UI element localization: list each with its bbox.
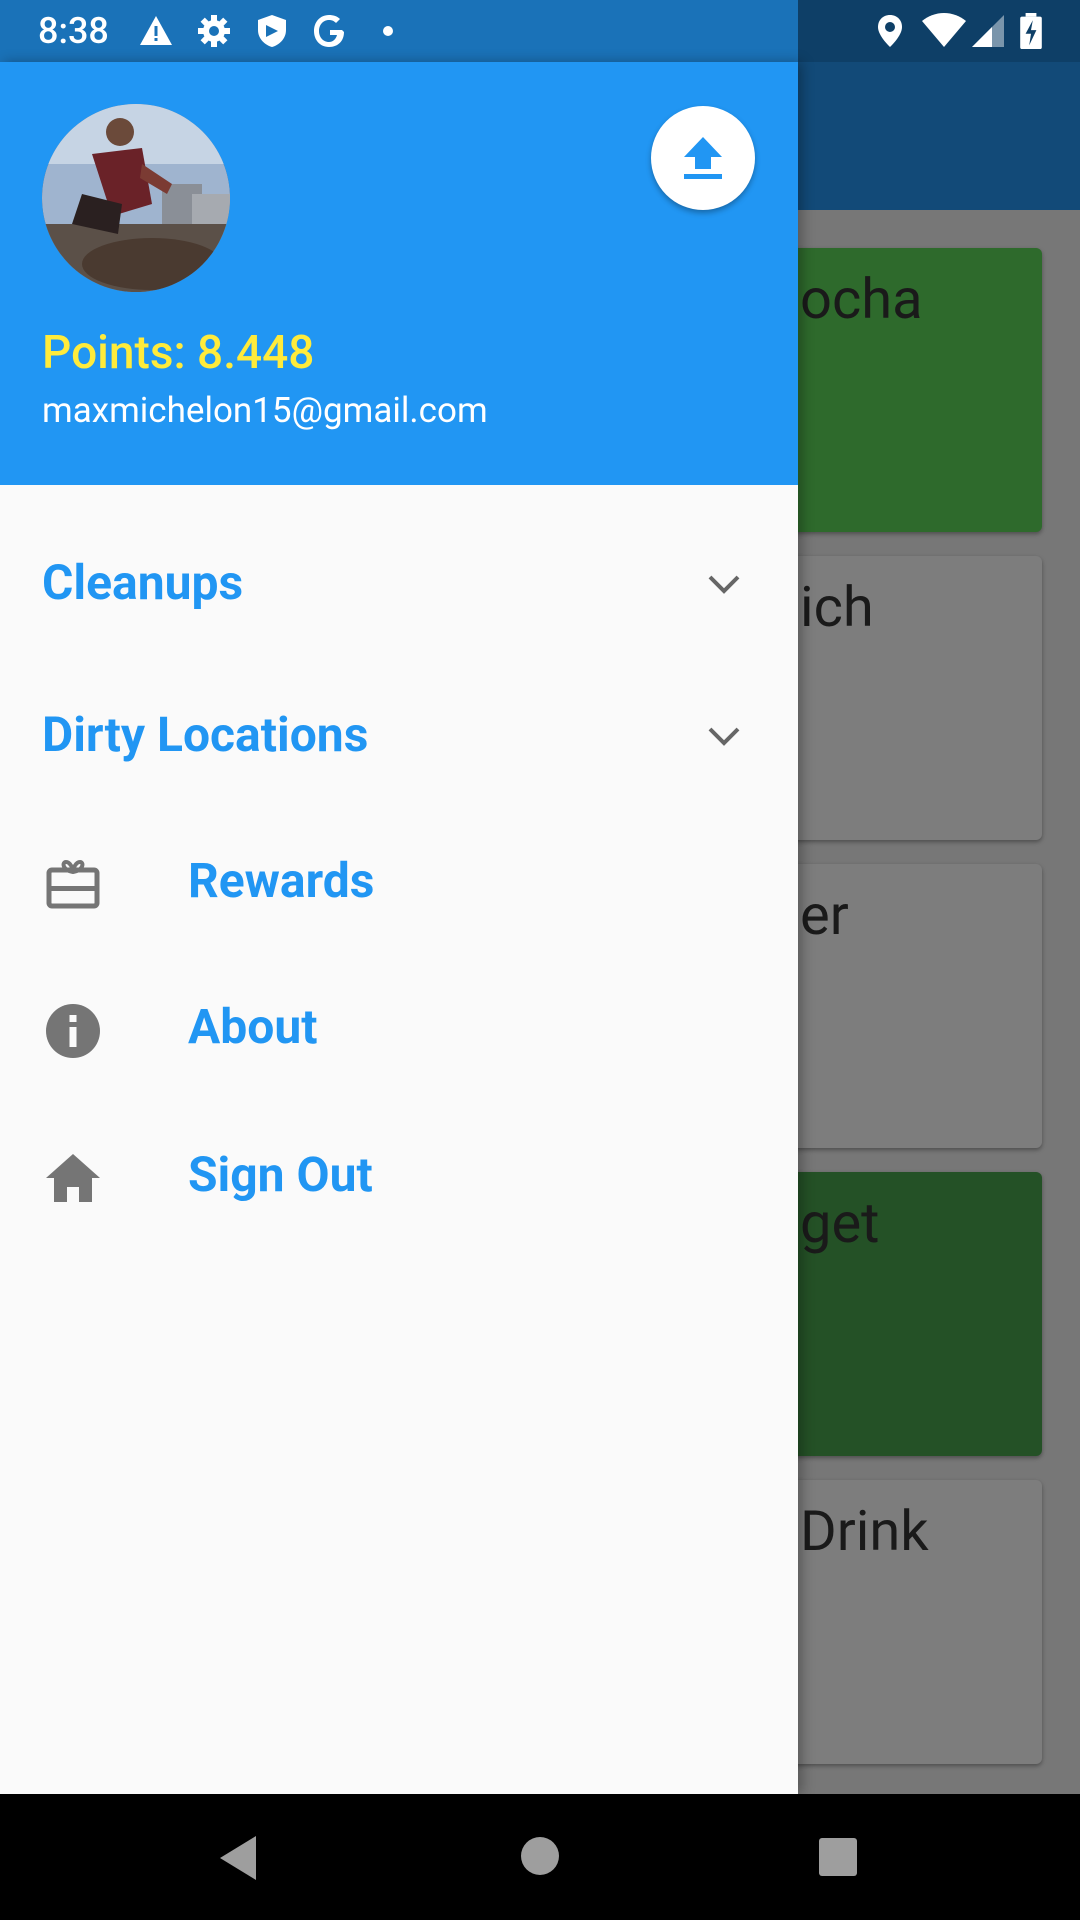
home-icon <box>46 1154 100 1202</box>
drawer-header: Points: 8.448 maxmichelon15@gmail.com <box>0 62 798 485</box>
gift-card-icon <box>46 859 100 909</box>
google-icon <box>314 15 344 47</box>
list-item[interactable]: Drink <box>780 1480 1042 1764</box>
navigation-drawer: Points: 8.448 maxmichelon15@gmail.com Cl… <box>0 62 798 1794</box>
points-label: Points: 8.448 <box>42 326 315 380</box>
drawer-item-label: About <box>188 998 318 1055</box>
signal-icon <box>972 15 1004 47</box>
chevron-down-icon <box>708 727 740 746</box>
avatar-photo <box>42 104 230 292</box>
back-button[interactable] <box>216 1834 260 1882</box>
list-item[interactable]: get <box>780 1172 1042 1456</box>
list-item[interactable]: er <box>780 864 1042 1148</box>
wifi-icon <box>922 13 966 47</box>
upload-icon <box>684 137 722 179</box>
battery-charging-icon <box>1020 13 1042 49</box>
recents-button[interactable] <box>817 1836 859 1878</box>
drawer-item-label: Rewards <box>188 852 375 909</box>
drawer-item-label: Sign Out <box>188 1146 373 1203</box>
system-navigation-bar <box>0 1794 1080 1920</box>
drawer-item-rewards[interactable]: Rewards <box>0 816 798 956</box>
status-time: 8:38 <box>38 10 109 52</box>
chevron-down-icon <box>708 575 740 594</box>
drawer-item-cleanups[interactable]: Cleanups <box>0 514 798 654</box>
drawer-item-about[interactable]: About <box>0 962 798 1102</box>
drawer-item-dirty-locations[interactable]: Dirty Locations <box>0 666 798 806</box>
info-icon <box>46 1004 100 1058</box>
user-email: maxmichelon15@gmail.com <box>42 390 488 431</box>
drawer-item-label: Dirty Locations <box>42 706 369 763</box>
list-item[interactable]: ich <box>780 556 1042 840</box>
list-item[interactable]: ocha <box>780 248 1042 532</box>
drawer-item-label: Cleanups <box>42 554 244 611</box>
warning-icon <box>140 16 172 45</box>
shield-icon <box>258 15 286 47</box>
status-bar: 8:38 <box>0 0 1080 62</box>
location-icon <box>878 15 902 47</box>
upload-button[interactable] <box>651 106 755 210</box>
drawer-item-sign-out[interactable]: Sign Out <box>0 1110 798 1250</box>
avatar[interactable] <box>42 104 230 292</box>
gear-icon <box>198 15 230 47</box>
dot-icon <box>383 26 393 36</box>
home-button[interactable] <box>519 1835 561 1877</box>
